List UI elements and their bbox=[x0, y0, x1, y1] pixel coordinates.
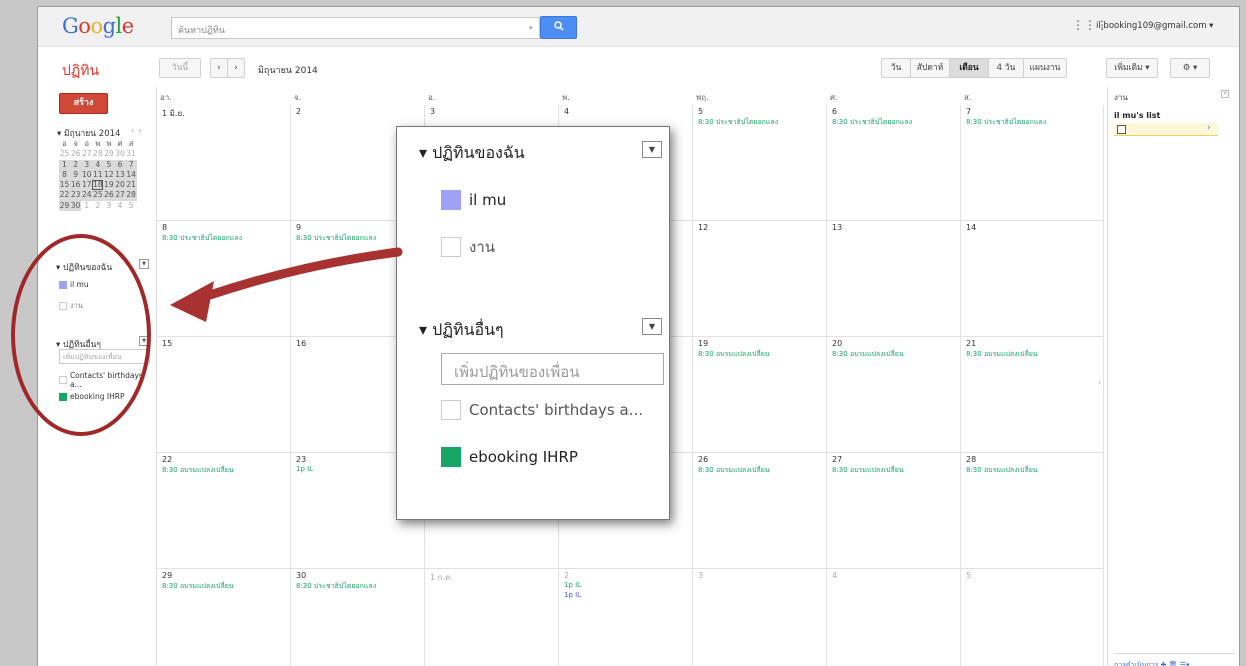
annotation-arrow bbox=[170, 247, 403, 322]
